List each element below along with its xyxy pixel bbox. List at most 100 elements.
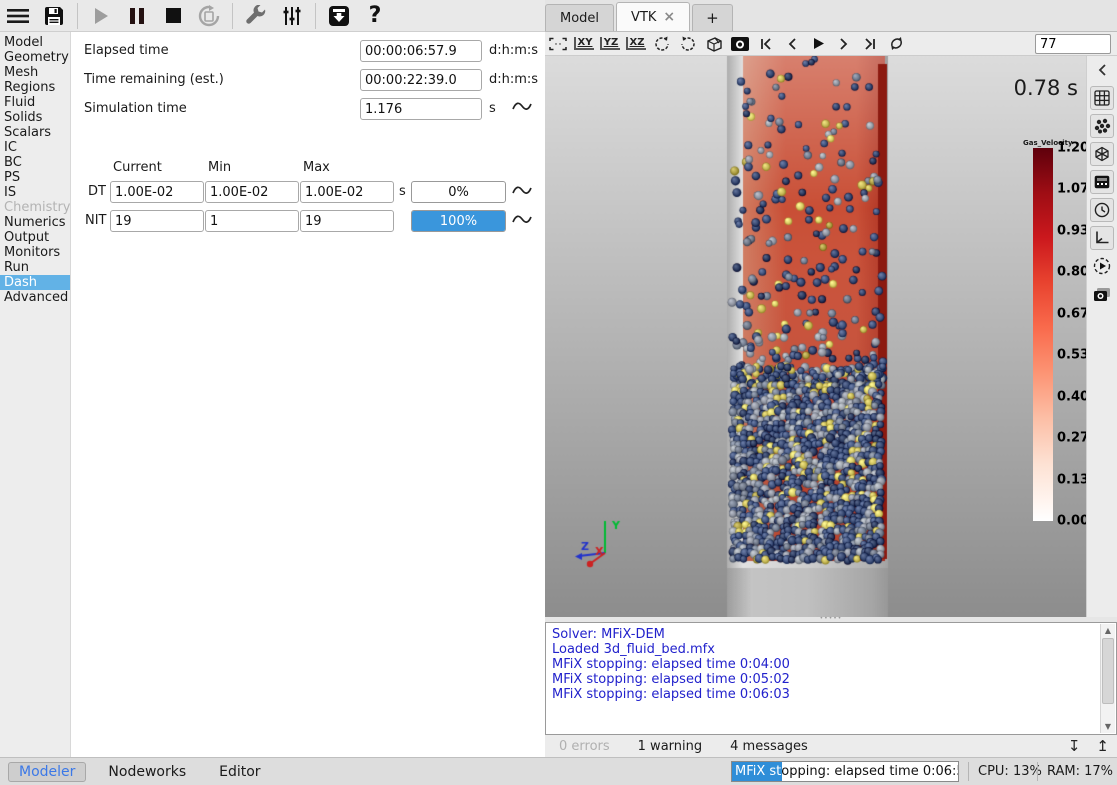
nit-max-input[interactable]: [300, 210, 394, 232]
axis-xz-icon[interactable]: XZ: [625, 34, 647, 54]
vtk-toolbar: XY YZ XZ: [545, 32, 1117, 56]
messages-count[interactable]: 4 messages: [730, 739, 808, 754]
dash-panel: Elapsed time d:h:m:s Time remaining (est…: [71, 32, 545, 757]
scroll-to-top-icon[interactable]: ↥: [1096, 737, 1109, 755]
last-frame-icon[interactable]: [859, 34, 881, 54]
camera-stack-icon[interactable]: [1090, 282, 1114, 306]
tab-label: +: [706, 9, 719, 27]
save-icon[interactable]: [39, 2, 69, 30]
geometry-icon[interactable]: [1090, 142, 1114, 166]
hamburger-menu-icon[interactable]: [3, 2, 33, 30]
vtk-3d-viewport[interactable]: [545, 56, 1086, 617]
sidebar-item-regions[interactable]: Regions: [0, 80, 70, 95]
perspective-icon[interactable]: [703, 34, 725, 54]
frame-number-input[interactable]: [1035, 34, 1111, 54]
sidebar-item-scalars[interactable]: Scalars: [0, 125, 70, 140]
axis-xy-icon[interactable]: XY: [573, 34, 595, 54]
sidebar-item-solids[interactable]: Solids: [0, 110, 70, 125]
next-frame-icon[interactable]: [833, 34, 855, 54]
play-dashed-icon[interactable]: [1090, 254, 1114, 278]
vtk-side-toolbar: [1086, 56, 1117, 617]
sidebar-item-ic[interactable]: IC: [0, 140, 70, 155]
errors-count[interactable]: 0 errors: [559, 739, 610, 754]
console-scrollbar[interactable]: ▲ ▼: [1100, 624, 1115, 733]
fit-view-icon[interactable]: [547, 34, 569, 54]
simulation-time-input[interactable]: [360, 98, 482, 120]
sidebar-item-mesh[interactable]: Mesh: [0, 65, 70, 80]
dt-progress-text: 0%: [412, 182, 505, 202]
mode-modeler[interactable]: Modeler: [8, 762, 86, 782]
vtk-render-view: 0.78 s Gas_Velocity 1.201.070.930.800.67…: [545, 56, 1086, 617]
sidebar-item-numerics[interactable]: Numerics: [0, 215, 70, 230]
sidebar-item-output[interactable]: Output: [0, 230, 70, 245]
mode-editor[interactable]: Editor: [219, 764, 260, 780]
nit-min-input[interactable]: [205, 210, 299, 232]
sidebar-item-fluid[interactable]: Fluid: [0, 95, 70, 110]
tab-model[interactable]: Model: [545, 4, 614, 31]
sidebar-item-monitors[interactable]: Monitors: [0, 245, 70, 260]
sidebar-item-run[interactable]: Run: [0, 260, 70, 275]
plot-simulation-time-icon[interactable]: [511, 98, 533, 114]
repeat-icon[interactable]: [885, 34, 907, 54]
sidebar-item-is[interactable]: IS: [0, 185, 70, 200]
col-header-current: Current: [113, 160, 162, 175]
slice-icon[interactable]: [1090, 170, 1114, 194]
scroll-up-arrow[interactable]: ▲: [1101, 624, 1115, 637]
rotate-cw-icon[interactable]: [677, 34, 699, 54]
scroll-to-bottom-icon[interactable]: ↧: [1068, 737, 1081, 755]
previous-frame-icon[interactable]: [781, 34, 803, 54]
mesh-grid-icon[interactable]: [1090, 86, 1114, 110]
tab-vtk[interactable]: VTK×: [616, 2, 690, 31]
nit-current-input[interactable]: [110, 210, 204, 232]
collapse-chevron-icon[interactable]: [1090, 58, 1114, 82]
console-output[interactable]: Solver: MFiX-DEMLoaded 3d_fluid_bed.mfxM…: [545, 622, 1117, 735]
clock-icon[interactable]: [1090, 198, 1114, 222]
rotate-ccw-icon[interactable]: [651, 34, 673, 54]
screenshot-camera-icon[interactable]: [729, 34, 751, 54]
colorbar-tick: 0.40: [1057, 389, 1086, 404]
parameters-sliders-icon[interactable]: [277, 2, 307, 30]
help-icon[interactable]: ?: [360, 2, 390, 30]
dt-min-input[interactable]: [205, 181, 299, 203]
toolbar-separator: [315, 3, 316, 29]
axis-yz-icon[interactable]: YZ: [599, 34, 621, 54]
sidebar-item-model[interactable]: Model: [0, 35, 70, 50]
elapsed-time-input[interactable]: [360, 40, 482, 62]
sidebar-item-geometry[interactable]: Geometry: [0, 50, 70, 65]
elapsed-time-unit: d:h:m:s: [489, 43, 538, 58]
mode-nodeworks[interactable]: Nodeworks: [108, 764, 186, 780]
toolbar-separator: [77, 3, 78, 29]
new-tab-button[interactable]: +: [692, 4, 733, 31]
axes-icon[interactable]: [1090, 226, 1114, 250]
dt-max-input[interactable]: [300, 181, 394, 203]
close-tab-icon[interactable]: ×: [663, 9, 675, 25]
play-frames-icon[interactable]: [807, 34, 829, 54]
sidebar-item-bc[interactable]: BC: [0, 155, 70, 170]
time-remaining-input[interactable]: [360, 69, 482, 91]
pause-icon[interactable]: [122, 2, 152, 30]
wrench-settings-icon[interactable]: [241, 2, 271, 30]
console-lines: Solver: MFiX-DEMLoaded 3d_fluid_bed.mfxM…: [552, 627, 1094, 702]
sidebar-item-advanced[interactable]: Advanced: [0, 290, 70, 305]
update-icon[interactable]: [324, 2, 354, 30]
sidebar-item-dash[interactable]: Dash: [0, 275, 70, 290]
plot-nit-icon[interactable]: [511, 211, 533, 227]
reset-icon[interactable]: [194, 2, 224, 30]
editor-tabbar: ModelVTK× +: [545, 0, 1117, 32]
colorbar-tick: 1.20: [1057, 141, 1086, 156]
sidebar-item-ps[interactable]: PS: [0, 170, 70, 185]
scroll-down-arrow[interactable]: ▼: [1101, 720, 1115, 733]
plot-dt-icon[interactable]: [511, 182, 533, 198]
play-icon[interactable]: [86, 2, 116, 30]
dt-unit: s: [399, 184, 406, 199]
time-remaining-label: Time remaining (est.): [84, 72, 224, 87]
colorbar-tick: 0.13: [1057, 472, 1086, 487]
simulation-time-unit: s: [489, 101, 496, 116]
scroll-thumb[interactable]: [1102, 638, 1114, 704]
dt-current-input[interactable]: [110, 181, 204, 203]
col-header-max: Max: [303, 160, 330, 175]
first-frame-icon[interactable]: [755, 34, 777, 54]
particles-icon[interactable]: [1090, 114, 1114, 138]
warnings-count[interactable]: 1 warning: [638, 739, 702, 754]
stop-icon[interactable]: [158, 2, 188, 30]
